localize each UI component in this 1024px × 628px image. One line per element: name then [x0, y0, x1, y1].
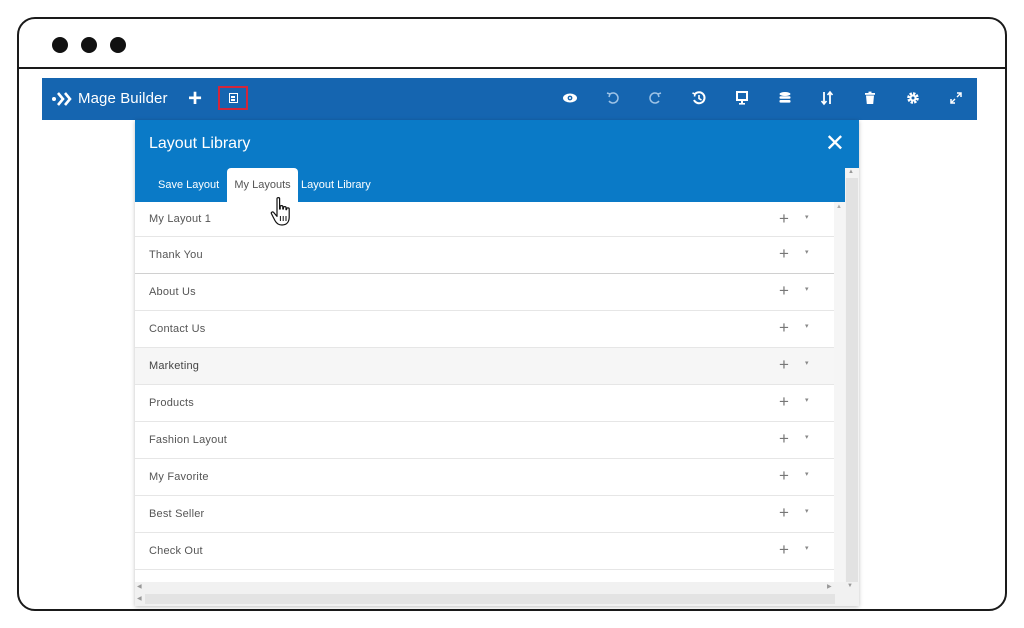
add-layout-icon[interactable]: + [779, 541, 789, 558]
add-layout-icon[interactable]: + [779, 245, 789, 262]
trash-icon[interactable] [860, 88, 880, 108]
expand-icon[interactable] [946, 88, 966, 108]
add-layout-icon[interactable]: + [779, 504, 789, 521]
close-icon[interactable]: ✕ [825, 132, 845, 156]
layout-name: My Favorite [149, 471, 209, 483]
layout-name: My Layout 1 [149, 213, 212, 225]
panel-header: Layout Library ✕ Save Layout My Layouts … [135, 120, 859, 202]
list-item[interactable]: Best Seller + ▾ [135, 496, 834, 533]
scroll-left-arrow-icon[interactable]: ◀ [137, 583, 142, 590]
panel-vertical-scrollbar[interactable]: ▲ ▼ [845, 168, 859, 598]
database-icon[interactable] [775, 88, 795, 108]
chevron-down-icon[interactable]: ▾ [805, 544, 809, 552]
app-title: Mage Builder [78, 90, 168, 107]
history-icon[interactable] [689, 88, 709, 108]
chevron-down-icon[interactable]: ▾ [805, 248, 809, 256]
tab-save-layout[interactable]: Save Layout [149, 168, 239, 202]
chevron-down-icon[interactable]: ▾ [805, 359, 809, 367]
scroll-left-arrow-icon[interactable]: ◀ [137, 595, 142, 602]
layout-name: Products [149, 397, 195, 409]
desktop-icon[interactable] [732, 88, 752, 108]
sort-icon[interactable] [817, 88, 837, 108]
layout-name: Thank You [149, 249, 203, 261]
add-layout-icon[interactable]: + [779, 430, 789, 447]
chevron-down-icon[interactable]: ▾ [805, 470, 809, 478]
chevron-down-icon[interactable]: ▾ [805, 213, 809, 221]
chevron-down-icon[interactable]: ▾ [805, 285, 809, 293]
list-item[interactable]: Products + ▾ [135, 385, 834, 422]
layout-name: Best Seller [149, 508, 205, 520]
scroll-down-arrow-icon[interactable]: ▼ [847, 583, 853, 589]
list-item[interactable]: Fashion Layout + ▾ [135, 422, 834, 459]
list-item[interactable]: About Us + ▾ [135, 274, 834, 311]
gear-icon[interactable] [903, 88, 923, 108]
list-item[interactable]: My Favorite + ▾ [135, 459, 834, 496]
list-item[interactable]: Thank You + ▾ [135, 237, 834, 274]
window-titlebar [19, 19, 1005, 69]
add-layout-icon[interactable]: + [779, 210, 789, 227]
list-item[interactable]: Contact Us + ▾ [135, 311, 834, 348]
chevron-down-icon[interactable]: ▾ [805, 507, 809, 515]
layout-name: Fashion Layout [149, 434, 228, 446]
layout-name: Check Out [149, 545, 203, 557]
scroll-right-arrow-icon[interactable]: ▶ [827, 583, 832, 590]
preview-eye-icon[interactable] [560, 88, 580, 108]
layout-library-button[interactable] [218, 86, 248, 110]
layout-list: My Layout 1 + ▾ Thank You + ▾ About Us +… [135, 202, 834, 582]
chevron-down-icon[interactable]: ▾ [805, 396, 809, 404]
list-item[interactable]: Marketing + ▾ [135, 348, 834, 385]
scrollbar-thumb[interactable] [145, 594, 835, 604]
horizontal-scrollbar[interactable]: ◀ ◀ ▶ ▼ [135, 582, 859, 606]
add-layout-icon[interactable]: + [779, 319, 789, 336]
maximize-window-dot[interactable] [110, 37, 126, 53]
list-item[interactable]: Check Out + ▾ [135, 533, 834, 570]
add-layout-icon[interactable]: + [779, 467, 789, 484]
add-layout-icon[interactable]: + [779, 282, 789, 299]
layout-library-icon [229, 93, 238, 103]
close-window-dot[interactable] [52, 37, 68, 53]
chevron-down-icon[interactable]: ▾ [805, 322, 809, 330]
chevron-down-icon[interactable]: ▾ [805, 433, 809, 441]
tab-layout-library[interactable]: Layout Library [301, 168, 391, 202]
hand-pointer-cursor-icon [270, 197, 290, 226]
panel-title: Layout Library [149, 135, 251, 152]
redo-icon[interactable] [645, 88, 665, 108]
add-element-button[interactable]: + [183, 87, 207, 111]
scrollbar-thumb[interactable] [846, 178, 858, 586]
mage-builder-logo-icon [52, 92, 72, 106]
layout-library-panel: Layout Library ✕ Save Layout My Layouts … [135, 120, 859, 606]
scroll-up-arrow-icon[interactable]: ▲ [848, 169, 854, 175]
builder-toolbar: Mage Builder + [42, 78, 977, 120]
list-item[interactable]: My Layout 1 + ▾ [135, 202, 834, 237]
layout-name: About Us [149, 286, 196, 298]
undo-icon[interactable] [603, 88, 623, 108]
minimize-window-dot[interactable] [81, 37, 97, 53]
add-layout-icon[interactable]: + [779, 393, 789, 410]
layout-name: Marketing [149, 360, 200, 372]
layout-name: Contact Us [149, 323, 206, 335]
add-layout-icon[interactable]: + [779, 356, 789, 373]
scroll-up-arrow-icon[interactable]: ▲ [836, 204, 842, 210]
list-vertical-scrollbar[interactable]: ▲ [834, 202, 845, 582]
